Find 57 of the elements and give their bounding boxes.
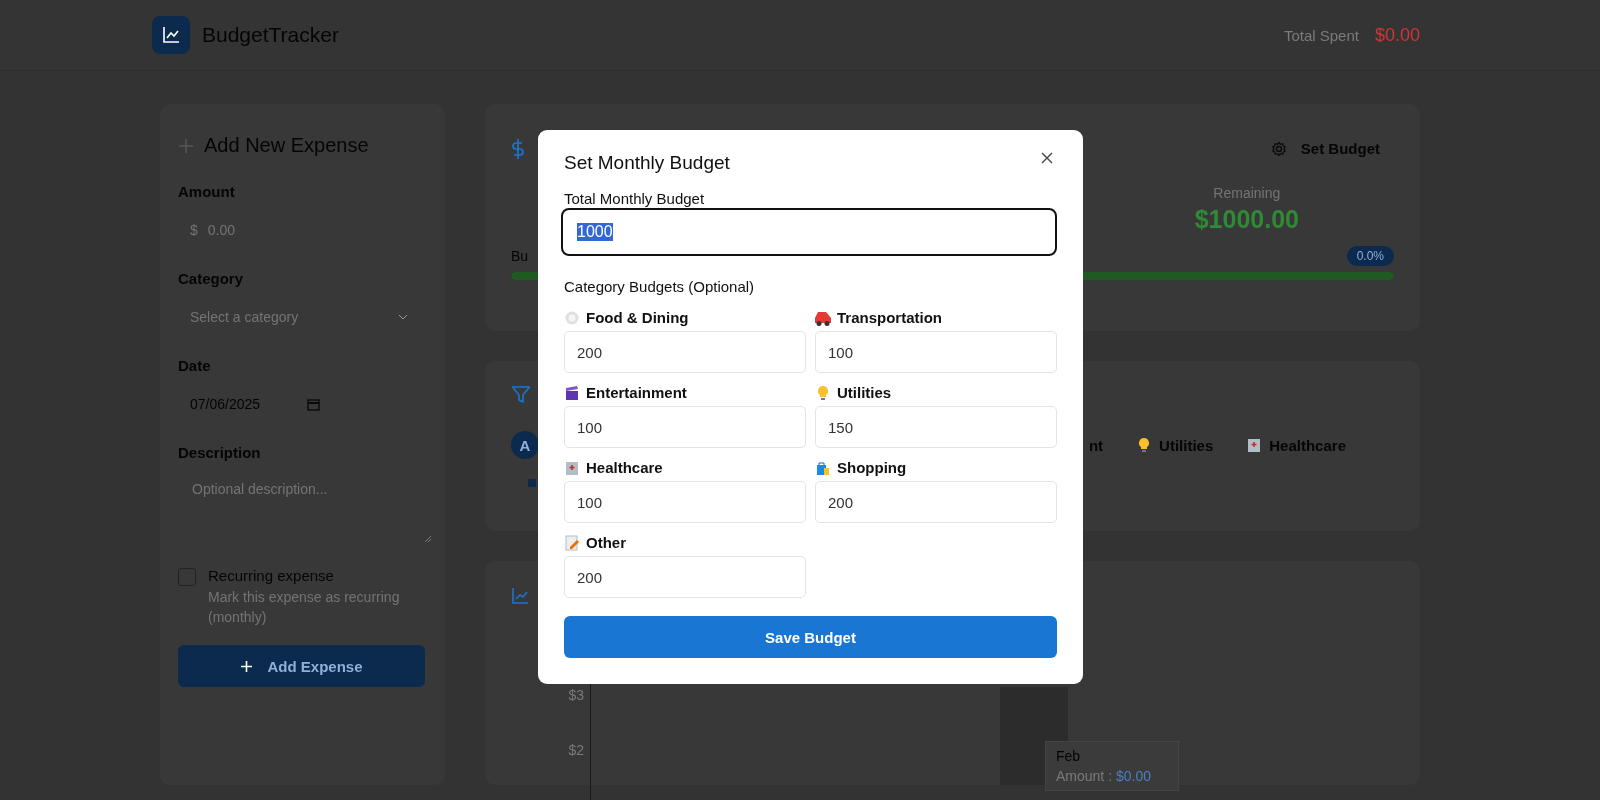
currency-prefix: $ [190, 222, 198, 238]
description-field[interactable]: Optional description... [190, 479, 414, 533]
remaining-label: Remaining [1212, 185, 1282, 201]
category-budget-field[interactable]: 100 [815, 331, 1057, 373]
light-bulb-icon [1137, 437, 1152, 453]
legend-swatch [528, 479, 536, 487]
total-spent-value: $0.00 [1374, 24, 1420, 46]
dialog-title: Set Monthly Budget [564, 152, 730, 174]
filter-chip[interactable]: A [511, 431, 539, 459]
light-bulb-icon [815, 384, 831, 401]
clapperboard-icon [564, 384, 580, 401]
calendar-icon [307, 397, 320, 411]
tooltip-value: $0.00 [1116, 768, 1152, 784]
category-label: Utilities [837, 384, 892, 401]
section-heading: Category Budgets (Optional) [564, 278, 756, 295]
save-budget-button[interactable]: Save Budget [564, 616, 1057, 658]
amount-field[interactable]: 0.00 [205, 221, 350, 239]
add-expense-button[interactable]: Add Expense [178, 645, 425, 688]
category-label: Transportation [837, 309, 942, 326]
category-label: Food & Dining [586, 309, 689, 326]
car-icon [815, 309, 831, 326]
y-axis-tick-label: $2 [568, 742, 584, 758]
y-axis-tick-label: $3 [568, 687, 584, 703]
category-budget-field[interactable]: 100 [564, 481, 806, 523]
hospital-icon [564, 459, 580, 476]
chevron-down-icon [398, 314, 408, 320]
category-budget-field[interactable]: 200 [815, 481, 1057, 523]
category-budget-field[interactable]: 200 [564, 331, 806, 373]
chart-line-icon [161, 25, 181, 45]
category-budget-field[interactable]: 100 [564, 406, 806, 448]
plate-icon [564, 309, 580, 326]
category-budget-field[interactable]: 150 [815, 406, 1057, 448]
gear-icon [1270, 140, 1287, 157]
selected-value: 1000 [577, 223, 613, 241]
resize-grip-icon [424, 535, 432, 543]
percent-badge: 0.0% [1346, 246, 1394, 266]
plus-icon [240, 659, 254, 673]
category-label: Shopping [837, 459, 907, 476]
filter-icon [511, 385, 531, 405]
total-spent-label: Total Spent [1283, 26, 1359, 44]
category-label: Healthcare [586, 459, 663, 476]
hospital-icon [1247, 437, 1262, 453]
shopping-bag-icon [815, 459, 831, 476]
memo-icon [564, 534, 580, 551]
category-budget-field[interactable]: 200 [564, 556, 806, 598]
chart-line-icon [511, 587, 529, 605]
category-label: Other [586, 534, 626, 551]
dropdown-placeholder: Select a category [190, 309, 299, 325]
tooltip-label: Amount : [1056, 768, 1113, 784]
plus-icon [178, 137, 194, 154]
field-label: Total Monthly Budget [564, 190, 705, 207]
dollar-icon [511, 137, 525, 160]
close-icon[interactable] [1041, 152, 1053, 164]
checkbox-hint: Mark this expense as recurring (monthly) [208, 588, 401, 627]
category-label: Entertainment [586, 384, 687, 401]
total-budget-field[interactable]: 1000 [561, 208, 1057, 256]
remaining-amount: $1000.00 [1193, 205, 1300, 234]
